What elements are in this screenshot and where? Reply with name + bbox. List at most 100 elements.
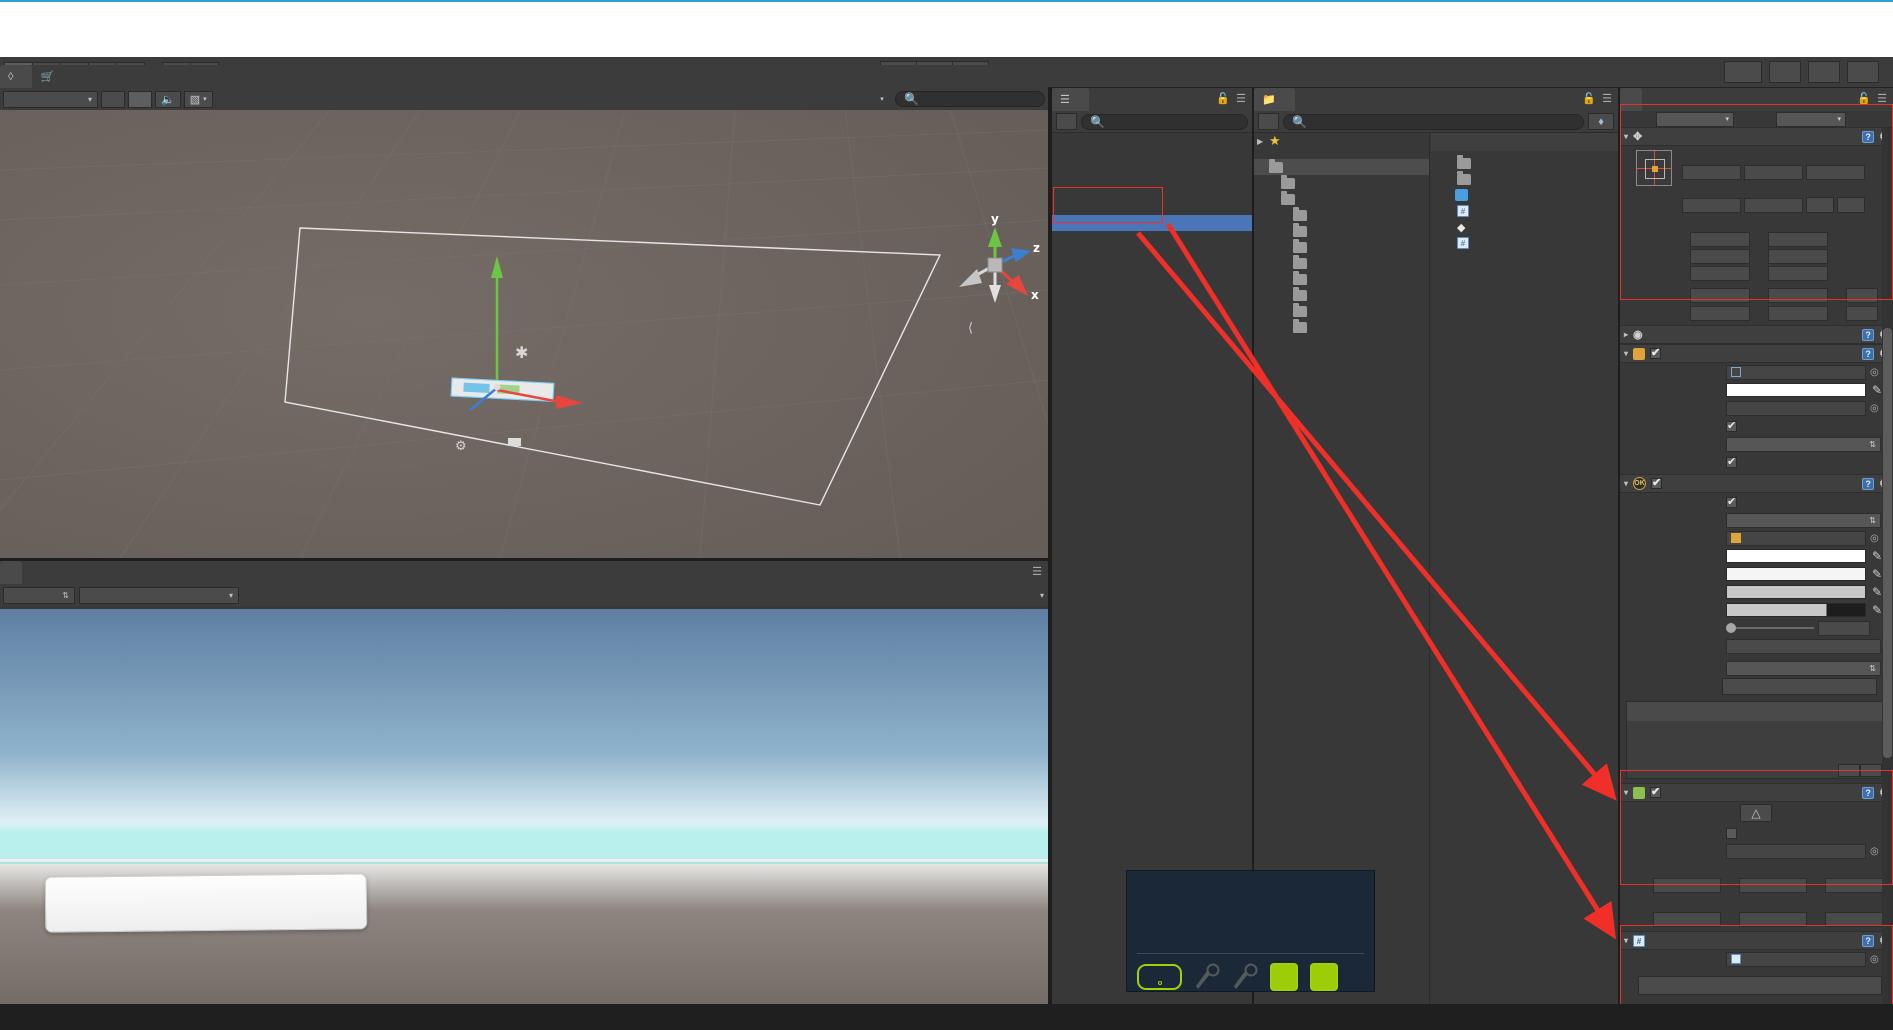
menu-item-help[interactable] bbox=[108, 43, 126, 47]
hierarchy-item-canvas[interactable] bbox=[1052, 199, 1252, 215]
asset-item-raycast[interactable]: # bbox=[1431, 235, 1618, 251]
handleray-script-field[interactable] bbox=[1726, 951, 1866, 967]
lock-icon[interactable]: 🔓 bbox=[1216, 92, 1230, 105]
button-enabled-checkbox[interactable] bbox=[1651, 476, 1663, 489]
width-input[interactable] bbox=[1682, 197, 1741, 213]
inspector-scrollbar[interactable] bbox=[1882, 128, 1893, 1008]
menu-item-assets[interactable] bbox=[36, 43, 54, 47]
tag-dropdown[interactable]: ▾ bbox=[1656, 111, 1734, 127]
cloud-icon[interactable] bbox=[1724, 61, 1762, 83]
tab-asset-store[interactable]: 🛒 bbox=[32, 65, 74, 88]
project-tree-item-extras[interactable] bbox=[1254, 222, 1429, 239]
visualize-button[interactable] bbox=[1722, 677, 1877, 695]
pressed-color-swatch[interactable] bbox=[1726, 585, 1866, 599]
minimize-button[interactable] bbox=[1755, 2, 1801, 34]
project-favorites-row[interactable]: ▶ ★ bbox=[1254, 133, 1429, 149]
anchor-max-y-input[interactable] bbox=[1768, 249, 1828, 264]
project-search-input[interactable]: 🔍 bbox=[1283, 113, 1584, 130]
tab-scene[interactable]: ◊ bbox=[0, 65, 33, 88]
project-tree-item-plugins[interactable] bbox=[1254, 174, 1429, 191]
object-picker-icon[interactable]: ◎ bbox=[1870, 954, 1879, 965]
pivot-x-input[interactable] bbox=[1690, 266, 1750, 281]
base-station-icon[interactable] bbox=[1270, 963, 1298, 991]
image-material-field[interactable] bbox=[1726, 400, 1866, 416]
help-icon[interactable]: ? bbox=[1862, 347, 1875, 360]
collider-material-field[interactable] bbox=[1726, 843, 1866, 859]
inspector-scrollbar-thumb[interactable] bbox=[1883, 328, 1892, 758]
pos-y-input[interactable] bbox=[1744, 164, 1803, 180]
help-icon[interactable]: ? bbox=[1862, 477, 1875, 490]
scale-z-input[interactable] bbox=[1846, 305, 1878, 321]
scene-search-input[interactable]: 🔍 bbox=[895, 91, 1045, 107]
remove-event-button[interactable] bbox=[1860, 764, 1882, 777]
game-viewport[interactable] bbox=[0, 609, 1048, 1030]
fade-duration-input[interactable] bbox=[1726, 638, 1881, 654]
transition-dropdown[interactable]: ⇅ bbox=[1726, 512, 1881, 528]
pos-z-input[interactable] bbox=[1806, 164, 1865, 180]
tab-project[interactable]: 📁 bbox=[1254, 88, 1295, 111]
2d-toggle-button[interactable] bbox=[101, 90, 125, 108]
scene-audio-icon[interactable]: 🔈 bbox=[155, 90, 181, 108]
pivot-y-input[interactable] bbox=[1768, 266, 1828, 281]
project-tree-item-steamvr[interactable] bbox=[1254, 190, 1429, 207]
help-icon[interactable]: ? bbox=[1862, 786, 1875, 799]
collapse-arrow-icon[interactable]: ▾ bbox=[1624, 132, 1628, 141]
hierarchy-item-button[interactable] bbox=[1052, 215, 1252, 231]
collapse-arrow-icon[interactable]: ▾ bbox=[1624, 788, 1628, 797]
lock-icon[interactable]: 🔓 bbox=[1582, 92, 1596, 105]
shading-mode-dropdown[interactable]: ▾ bbox=[3, 90, 98, 108]
scene-fx-icon[interactable]: ▧ ▾ bbox=[183, 90, 213, 108]
component-header-rect-transform[interactable]: ▾ ✥ ? ⚙ bbox=[1620, 127, 1893, 146]
slider-handle[interactable] bbox=[1726, 623, 1736, 633]
panel-menu-icon[interactable]: ☰ bbox=[1602, 92, 1612, 105]
source-image-field[interactable] bbox=[1726, 364, 1866, 380]
hierarchy-search-input[interactable]: 🔍 bbox=[1081, 113, 1248, 130]
component-header-button-script[interactable]: ▾ OK ? ⚙ bbox=[1620, 474, 1893, 493]
project-tree-item-assets[interactable] bbox=[1254, 158, 1429, 175]
anchor-preset-button[interactable] bbox=[1636, 150, 1672, 186]
rotation-x-input[interactable] bbox=[1690, 287, 1750, 303]
panel-menu-icon[interactable]: ☰ bbox=[1032, 565, 1042, 578]
fill-center-checkbox[interactable] bbox=[1726, 455, 1737, 468]
disabled-color-swatch[interactable] bbox=[1726, 603, 1866, 617]
project-filter-icon[interactable]: ♦ bbox=[1588, 113, 1614, 130]
hierarchy-item-cube[interactable] bbox=[1052, 183, 1252, 199]
project-tree-item-materials[interactable] bbox=[1254, 238, 1429, 255]
headset-icon[interactable] bbox=[1137, 964, 1182, 990]
account-dropdown[interactable] bbox=[1769, 61, 1801, 83]
size-x-input[interactable] bbox=[1653, 911, 1722, 927]
hierarchy-create-button[interactable] bbox=[1056, 113, 1077, 130]
panel-menu-icon[interactable]: ☰ bbox=[1236, 92, 1246, 105]
project-tree-item-resources[interactable] bbox=[1254, 270, 1429, 287]
project-tree-item-scenes[interactable] bbox=[1254, 286, 1429, 303]
scale-y-input[interactable] bbox=[1768, 305, 1828, 321]
color-multiplier-input[interactable] bbox=[1818, 620, 1870, 636]
scene-lighting-icon[interactable] bbox=[128, 90, 152, 108]
blueprint-mode-button[interactable] bbox=[1806, 197, 1834, 213]
chevron-down-icon[interactable]: ▾ bbox=[1040, 591, 1044, 600]
rotation-z-input[interactable] bbox=[1846, 287, 1878, 303]
tab-hierarchy[interactable]: ☰ bbox=[1052, 88, 1089, 111]
menu-item-edit[interactable] bbox=[18, 43, 36, 47]
raycast-target-checkbox[interactable] bbox=[1726, 419, 1737, 432]
expand-arrow-icon[interactable]: ▶ bbox=[1257, 137, 1269, 146]
menu-item-component[interactable] bbox=[72, 43, 90, 47]
project-tree-item-scripts[interactable] bbox=[1254, 302, 1429, 319]
navigation-dropdown[interactable]: ⇅ bbox=[1726, 660, 1881, 676]
highlighted-color-swatch[interactable] bbox=[1726, 567, 1866, 581]
image-enabled-checkbox[interactable] bbox=[1650, 346, 1662, 359]
help-icon[interactable]: ? bbox=[1862, 934, 1875, 947]
lock-icon[interactable]: 🔓 bbox=[1857, 92, 1871, 105]
collapse-arrow-icon[interactable]: ▾ bbox=[1624, 479, 1628, 488]
image-type-dropdown[interactable]: ⇅ bbox=[1726, 436, 1881, 452]
help-icon[interactable]: ? bbox=[1862, 328, 1875, 341]
game-panel-menu[interactable]: ☰ bbox=[1032, 565, 1042, 578]
is-trigger-checkbox[interactable] bbox=[1726, 827, 1737, 839]
asset-item-handleray[interactable]: # bbox=[1431, 203, 1618, 219]
hierarchy-item-directional-light[interactable] bbox=[1052, 151, 1252, 167]
maximize-button[interactable] bbox=[1801, 2, 1847, 34]
display-dropdown[interactable]: ⇅ bbox=[3, 586, 75, 604]
interactable-checkbox[interactable] bbox=[1726, 495, 1737, 508]
component-header-box-collider[interactable]: ▾ ? ⚙ bbox=[1620, 783, 1893, 802]
menu-item-gameobject[interactable] bbox=[54, 43, 72, 47]
